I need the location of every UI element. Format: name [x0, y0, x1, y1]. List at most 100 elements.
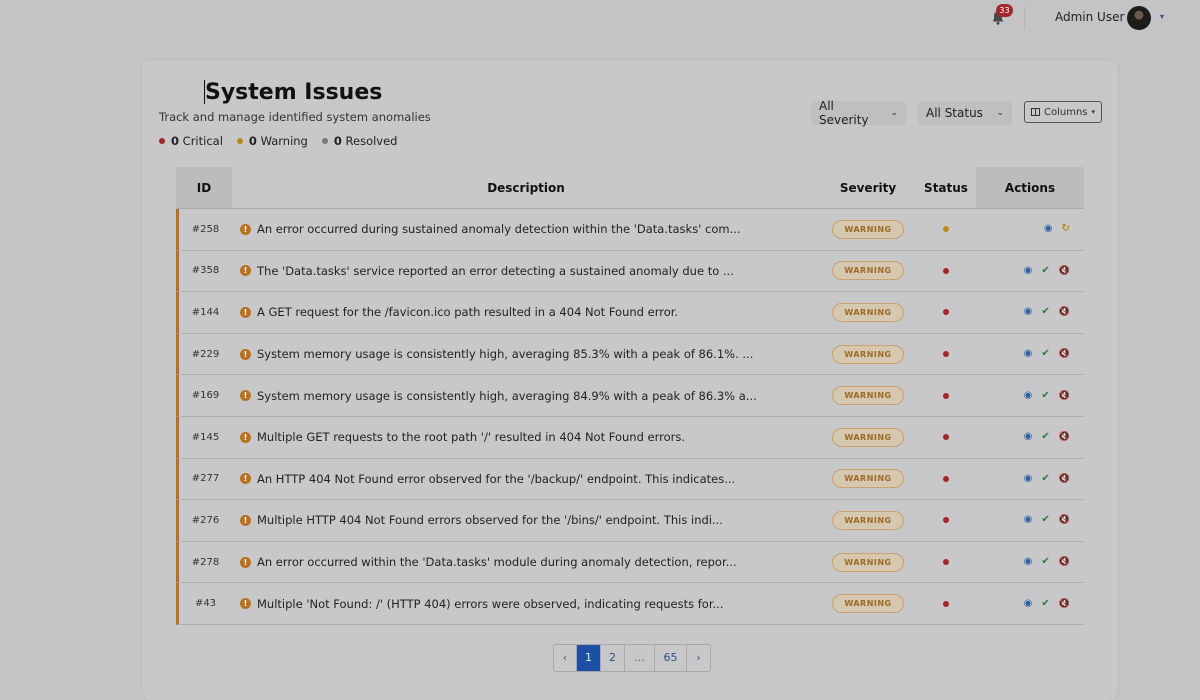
check-icon[interactable]: ✔: [1041, 598, 1049, 609]
severity-cell: WARNING: [820, 427, 916, 447]
mute-icon[interactable]: 🔇: [1059, 432, 1070, 442]
table-row[interactable]: #169! System memory usage is consistently…: [176, 375, 1084, 417]
severity-filter-label: All Severity: [819, 99, 869, 127]
columns-label: Columns: [1043, 106, 1088, 118]
mute-icon[interactable]: 🔇: [1059, 515, 1070, 525]
check-icon[interactable]: ✔: [1041, 515, 1049, 525]
eye-icon[interactable]: ◉: [1024, 473, 1033, 484]
pagination-next-button[interactable]: ›: [687, 645, 710, 671]
pagination-page[interactable]: 1: [577, 645, 601, 671]
warning-icon: !: [240, 348, 251, 360]
status-dot-icon: [943, 434, 949, 441]
eye-icon[interactable]: ◉: [1024, 515, 1033, 525]
column-header-status[interactable]: Status: [916, 181, 976, 195]
status-dot-icon: [943, 226, 949, 233]
eye-icon[interactable]: ◉: [1024, 557, 1033, 567]
issue-description-cell: ! A GET request for the /favicon.ico path…: [232, 305, 820, 319]
eye-icon[interactable]: ◉: [1024, 349, 1033, 359]
status-cell: [916, 392, 976, 399]
status-dot-icon: [943, 517, 949, 524]
severity-cell: WARNING: [820, 302, 916, 322]
table-row[interactable]: #258! An error occurred during sustained …: [176, 209, 1084, 251]
severity-cell: WARNING: [820, 594, 916, 614]
eye-icon[interactable]: ◉: [1024, 307, 1033, 317]
status-filter[interactable]: All Status ⌄: [918, 101, 1012, 125]
severity-badge: WARNING: [832, 302, 904, 322]
status-dot-icon: [943, 351, 949, 358]
issue-id: #144: [191, 306, 220, 318]
eye-icon[interactable]: ◉: [1024, 598, 1033, 609]
severity-badge: WARNING: [832, 594, 904, 614]
check-icon[interactable]: ✔: [1041, 390, 1049, 401]
mute-icon[interactable]: 🔇: [1059, 599, 1070, 609]
warning-icon: !: [240, 265, 251, 277]
top-bar: 33 Admin User ▾: [0, 0, 1200, 38]
column-header-id[interactable]: ID: [176, 167, 232, 208]
table-header: ID Description Severity Status Actions: [176, 167, 1084, 209]
issue-description-cell: ! Multiple GET requests to the root path …: [232, 430, 820, 444]
issue-id: #258: [191, 223, 220, 235]
mute-icon[interactable]: 🔇: [1059, 557, 1070, 567]
pagination-page[interactable]: 65: [655, 645, 687, 671]
issue-description: Multiple GET requests to the root path '…: [257, 430, 686, 445]
notification-count-badge: 33: [996, 4, 1013, 17]
severity-badge: WARNING: [832, 344, 904, 364]
mute-icon[interactable]: 🔇: [1059, 391, 1070, 401]
page-title: System Issues: [205, 80, 383, 105]
mute-icon[interactable]: 🔇: [1059, 349, 1070, 359]
stat-text: 0 Critical: [171, 134, 223, 148]
caret-down-icon: ▾: [1091, 108, 1096, 116]
column-header-description[interactable]: Description: [232, 181, 820, 195]
eye-icon[interactable]: ◉: [1044, 224, 1053, 234]
check-icon[interactable]: ✔: [1041, 473, 1049, 484]
severity-badge: WARNING: [832, 219, 904, 239]
check-icon[interactable]: ✔: [1041, 307, 1049, 317]
status-cell: [916, 600, 976, 607]
check-icon[interactable]: ✔: [1041, 349, 1049, 359]
stat-label: Warning: [260, 134, 308, 148]
eye-icon[interactable]: ◉: [1024, 432, 1033, 442]
mute-icon[interactable]: 🔇: [1059, 474, 1070, 484]
table-row[interactable]: #145! Multiple GET requests to the root p…: [176, 416, 1084, 459]
severity-badge: WARNING: [832, 427, 904, 447]
actions-cell: ◉ ✔ 🔇: [976, 390, 1084, 401]
refresh-icon[interactable]: ↻: [1062, 224, 1070, 234]
table-row[interactable]: #278! An error occurred within the 'Data.…: [176, 541, 1084, 584]
pagination-ellipsis[interactable]: ...: [625, 645, 655, 671]
mute-icon[interactable]: 🔇: [1059, 266, 1070, 276]
check-icon[interactable]: ✔: [1041, 265, 1049, 276]
user-name[interactable]: Admin User: [1055, 10, 1124, 24]
avatar[interactable]: [1127, 6, 1151, 30]
eye-icon[interactable]: ◉: [1024, 390, 1033, 401]
issue-description: Multiple 'Not Found: /' (HTTP 404) error…: [257, 596, 724, 611]
table-row[interactable]: #229! System memory usage is consistently…: [176, 333, 1084, 376]
pagination-page[interactable]: 2: [601, 645, 625, 671]
table-row[interactable]: #43! Multiple 'Not Found: /' (HTTP 404) e…: [176, 583, 1084, 625]
topbar-divider: [1024, 7, 1025, 29]
check-icon[interactable]: ✔: [1041, 557, 1049, 567]
pagination-prev-button[interactable]: ‹: [554, 645, 577, 671]
actions-cell: ◉ ✔ 🔇: [976, 598, 1084, 609]
stat-text: 0 Resolved: [334, 134, 398, 148]
table-body: #258! An error occurred during sustained …: [176, 209, 1084, 625]
eye-icon[interactable]: ◉: [1024, 265, 1033, 276]
issue-id: #358: [191, 265, 220, 277]
status-dot-icon: [943, 559, 949, 566]
check-icon[interactable]: ✔: [1041, 432, 1049, 442]
column-header-severity[interactable]: Severity: [820, 181, 916, 195]
warning-icon: !: [240, 473, 251, 485]
issue-id: #277: [191, 473, 220, 485]
table-row[interactable]: #276! Multiple HTTP 404 Not Found errors …: [176, 500, 1084, 542]
columns-button[interactable]: Columns ▾: [1024, 101, 1102, 123]
table-row[interactable]: #277! An HTTP 404 Not Found error observe…: [176, 458, 1084, 501]
issue-stats: 0 Critical 0 Warning 0 Resolved: [159, 134, 397, 148]
chevron-down-icon[interactable]: ▾: [1160, 12, 1164, 21]
table-row[interactable]: #358! The 'Data.tasks' service reported a…: [176, 250, 1084, 293]
issue-description: An error occurred within the 'Data.tasks…: [257, 555, 737, 570]
table-row[interactable]: #144 ! A GET request for the /favicon.ico …: [176, 292, 1084, 334]
warning-icon: !: [240, 223, 251, 235]
severity-badge: WARNING: [832, 469, 904, 489]
severity-filter[interactable]: All Severity ⌄: [811, 99, 906, 127]
mute-icon[interactable]: 🔇: [1059, 307, 1070, 317]
issue-description-cell: ! System memory usage is consistently hig…: [232, 389, 820, 403]
